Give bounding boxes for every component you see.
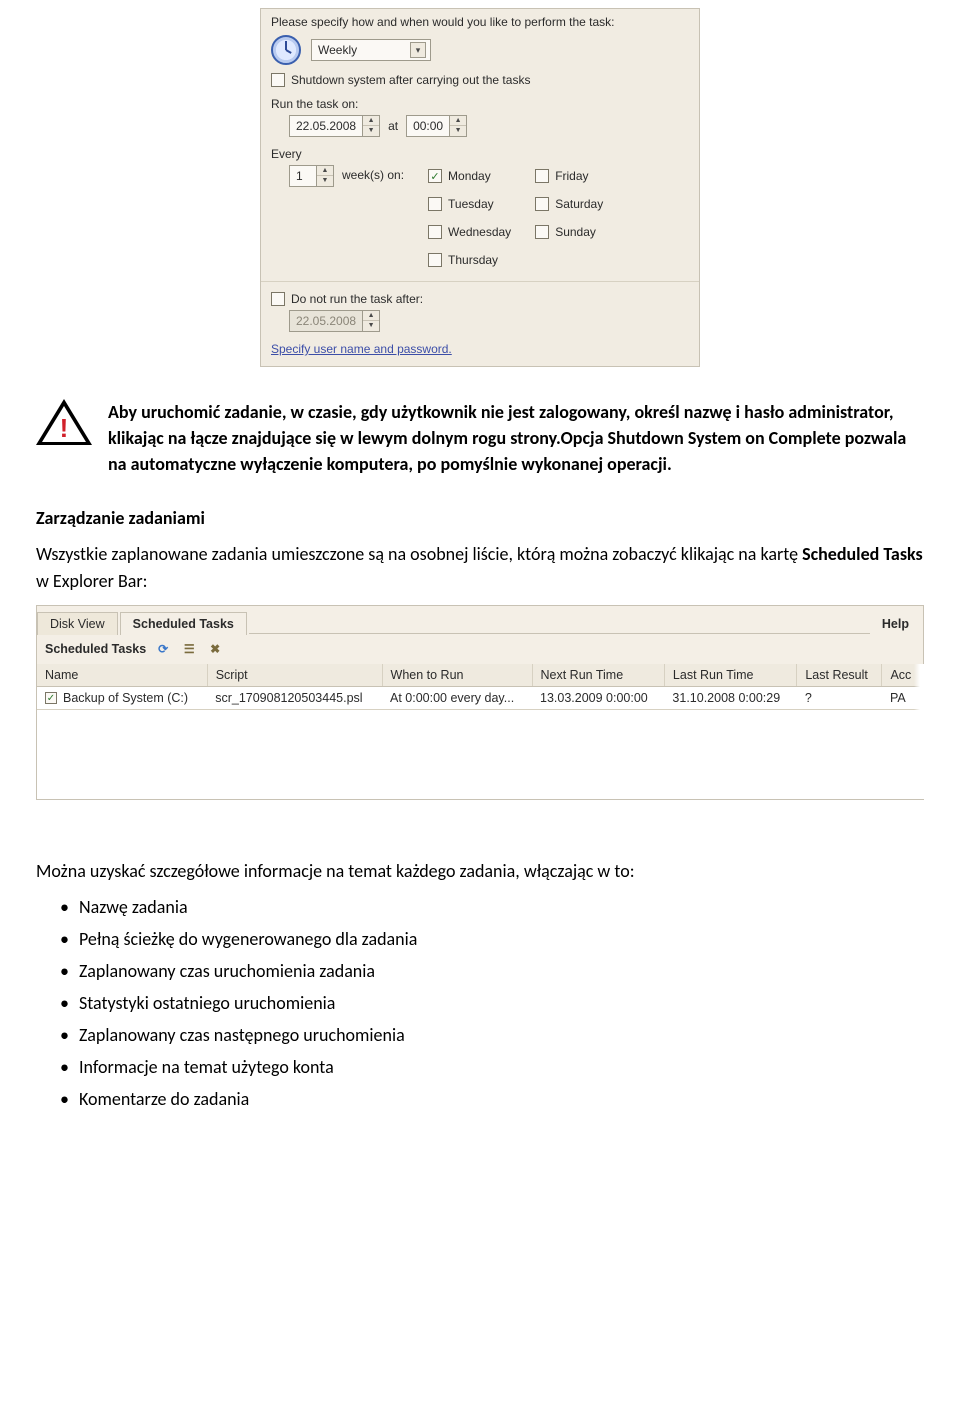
delete-icon[interactable]: ✖ [206,640,224,658]
day-tuesday-checkbox[interactable] [428,197,442,211]
scheduled-tasks-subheader: Scheduled Tasks [45,642,146,656]
col-name[interactable]: Name [37,664,207,687]
intro-paragraph: Wszystkie zaplanowane zadania umieszczon… [36,541,924,595]
day-sunday-checkbox[interactable] [535,225,549,239]
cell-last: 31.10.2008 0:00:29 [664,687,796,710]
day-label: Thursday [448,253,498,267]
cropped-edge [914,664,924,799]
col-next[interactable]: Next Run Time [532,664,664,687]
cell-result: ? [797,687,882,710]
tab-disk-view[interactable]: Disk View [37,612,118,635]
col-result[interactable]: Last Result [797,664,882,687]
table-row[interactable]: ✓ Backup of System (C:) scr_1709081205034… [37,687,923,710]
list-item: •Nazwę zadania [60,896,924,918]
not-after-date-input: 22.05.2008 ▲▼ [289,310,380,332]
run-on-label: Run the task on: [271,97,689,111]
run-date-input[interactable]: 22.05.2008 ▲▼ [289,115,380,137]
refresh-icon[interactable]: ⟳ [154,640,172,658]
cell-when: At 0:00:00 every day... [382,687,532,710]
frequency-select[interactable]: Weekly ▾ [311,39,431,61]
day-thursday-checkbox[interactable] [428,253,442,267]
warning-icon: ! [36,399,92,449]
cell-next: 13.03.2009 0:00:00 [532,687,664,710]
properties-icon[interactable]: ☰ [180,640,198,658]
day-saturday-checkbox[interactable] [535,197,549,211]
schedule-panel: Please specify how and when would you li… [260,8,700,367]
spin-down-icon[interactable]: ▼ [450,126,466,136]
day-label: Saturday [555,197,603,211]
alert-text: Aby uruchomić zadanie, w czasie, gdy uży… [108,399,920,477]
day-wednesday-checkbox[interactable] [428,225,442,239]
frequency-value: Weekly [318,43,357,57]
shutdown-checkbox[interactable] [271,73,285,87]
cell-script: scr_170908120503445.psl [207,687,382,710]
clock-icon [271,35,301,65]
every-label: Every [271,147,689,161]
task-enabled-checkbox[interactable]: ✓ [45,692,57,704]
list-item: •Statystyki ostatniego uruchomienia [60,992,924,1014]
every-count-input[interactable]: 1 ▲▼ [289,165,334,187]
specify-credentials-link[interactable]: Specify user name and password. [271,342,452,356]
day-label: Tuesday [448,197,494,211]
spin-up-icon[interactable]: ▲ [450,116,466,126]
chevron-down-icon[interactable]: ▾ [410,42,426,58]
shutdown-label: Shutdown system after carrying out the t… [291,73,530,87]
schedule-prompt: Please specify how and when would you li… [271,15,689,29]
col-when[interactable]: When to Run [382,664,532,687]
day-label: Monday [448,169,491,183]
tasks-table: Name Script When to Run Next Run Time La… [37,664,923,709]
tab-scheduled-tasks[interactable]: Scheduled Tasks [120,612,247,635]
list-item: •Komentarze do zadania [60,1088,924,1110]
not-after-checkbox[interactable] [271,292,285,306]
spin-down-icon[interactable]: ▼ [317,176,333,186]
day-monday-checkbox[interactable]: ✓ [428,169,442,183]
explorer-bar: Disk View Scheduled Tasks Help Scheduled… [36,605,924,800]
at-label: at [388,119,398,133]
spin-up-icon[interactable]: ▲ [363,116,379,126]
col-script[interactable]: Script [207,664,382,687]
not-after-label: Do not run the task after: [291,292,423,306]
spin-down-icon: ▼ [363,321,379,331]
list-item: •Pełną ścieżkę do wygenerowanego dla zad… [60,928,924,950]
day-friday-checkbox[interactable] [535,169,549,183]
weeks-on-label: week(s) on: [342,165,404,182]
spin-up-icon: ▲ [363,311,379,321]
cell-name: Backup of System (C:) [63,691,188,705]
list-item: •Informacje na temat użytego konta [60,1056,924,1078]
days-grid: ✓ Monday Tuesday Wednesday Thursday Frida… [428,165,603,271]
day-label: Wednesday [448,225,511,239]
day-label: Friday [555,169,588,183]
detail-lead: Można uzyskać szczegółowe informacje na … [36,860,924,882]
run-time-input[interactable]: 00:00 ▲▼ [406,115,467,137]
list-item: •Zaplanowany czas uruchomienia zadania [60,960,924,982]
spin-up-icon[interactable]: ▲ [317,166,333,176]
table-empty-area [37,709,923,799]
tab-help[interactable]: Help [870,613,921,635]
heading-manage-tasks: Zarządzanie zadaniami [36,507,924,529]
day-label: Sunday [555,225,596,239]
col-last[interactable]: Last Run Time [664,664,796,687]
spin-down-icon[interactable]: ▼ [363,126,379,136]
list-item: •Zaplanowany czas następnego uruchomieni… [60,1024,924,1046]
